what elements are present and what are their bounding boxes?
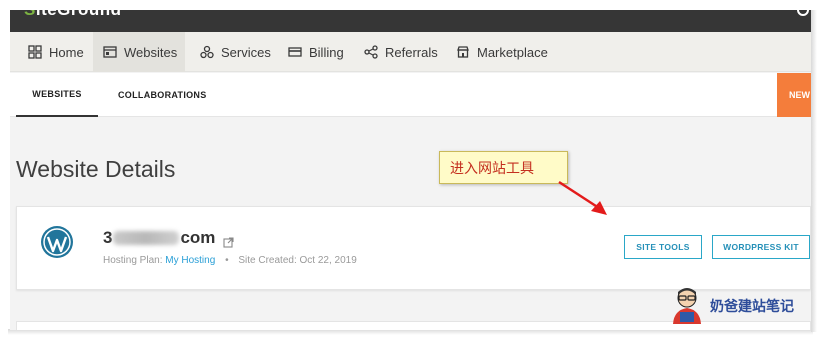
- nav-home-label: Home: [49, 44, 84, 60]
- tab-websites-label: WEBSITES: [32, 89, 82, 99]
- hosting-plan-label: Hosting Plan:: [103, 255, 163, 266]
- external-link-icon[interactable]: [223, 233, 234, 248]
- browser-icon: [103, 45, 117, 59]
- nav-billing-label: Billing: [309, 44, 344, 60]
- site-domain[interactable]: 3 com: [103, 228, 234, 248]
- hosting-plan-link[interactable]: My Hosting: [165, 255, 215, 266]
- nav-referrals-label: Referrals: [385, 44, 438, 60]
- card-icon: [288, 45, 302, 59]
- site-created: Site Created: Oct 22, 2019: [238, 255, 357, 266]
- wordpress-kit-button[interactable]: WORDPRESS KIT: [712, 235, 810, 259]
- store-icon: [456, 45, 470, 59]
- main-nav: Home Websites Services Billing Referrals: [10, 32, 811, 72]
- tab-collaborations-label: COLLABORATIONS: [118, 90, 207, 100]
- app-window: SiteGround Home Websites Services Bil: [10, 10, 811, 330]
- watermark-text: 奶爸建站笔记: [710, 298, 794, 314]
- page-title: Website Details: [16, 156, 176, 182]
- wordpress-icon: [41, 226, 73, 258]
- nav-websites-label: Websites: [124, 44, 178, 60]
- nav-home[interactable]: Home: [18, 32, 94, 72]
- nav-services-label: Services: [221, 44, 271, 60]
- annotation-callout: 进入网站工具: [439, 151, 568, 184]
- tab-collaborations[interactable]: COLLABORATIONS: [118, 73, 207, 117]
- share-icon: [364, 45, 378, 59]
- sub-nav: WEBSITES COLLABORATIONS NEW: [10, 73, 811, 117]
- nav-marketplace[interactable]: Marketplace: [446, 32, 558, 72]
- account-icon[interactable]: [797, 10, 809, 16]
- nav-websites[interactable]: Websites: [93, 32, 185, 72]
- nav-marketplace-label: Marketplace: [477, 44, 548, 60]
- grid-icon: [28, 45, 42, 59]
- site-meta: Hosting Plan: My Hosting • Site Created:…: [103, 255, 357, 266]
- nav-billing[interactable]: Billing: [278, 32, 354, 72]
- redacted-domain: [113, 231, 180, 245]
- meta-separator: •: [225, 255, 229, 266]
- domain-prefix: 3: [103, 228, 113, 247]
- services-icon: [200, 45, 214, 59]
- nav-referrals[interactable]: Referrals: [354, 32, 448, 72]
- tab-websites[interactable]: WEBSITES: [16, 73, 98, 117]
- annotation-arrow-icon: [558, 180, 607, 215]
- site-tools-button[interactable]: SITE TOOLS: [624, 235, 702, 259]
- watermark: 奶爸建站笔记: [668, 286, 794, 326]
- nav-services[interactable]: Services: [190, 32, 281, 72]
- avatar-icon: [673, 288, 701, 324]
- domain-suffix: com: [180, 228, 216, 247]
- website-card: 3 com Hosting Plan: My Hosting • Site Cr…: [16, 206, 811, 290]
- top-bar: SiteGround: [10, 10, 811, 32]
- brand-logo[interactable]: SiteGround: [24, 10, 122, 20]
- new-button[interactable]: NEW: [777, 73, 811, 117]
